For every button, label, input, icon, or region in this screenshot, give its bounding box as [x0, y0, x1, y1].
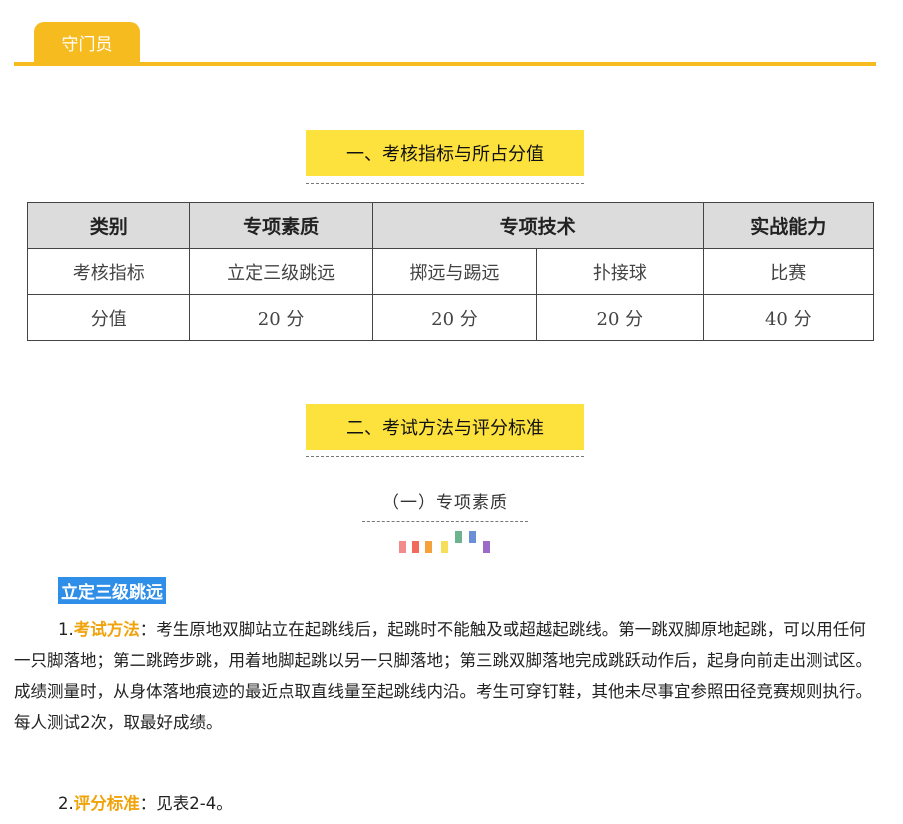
scoring-label: 评分标准: [73, 794, 140, 813]
category-tab[interactable]: 守门员: [34, 22, 140, 62]
subsection-heading: （一）专项素质: [382, 493, 508, 513]
table-cell: 考核指标: [26, 248, 191, 295]
table-row: 考核指标 立定三级跳远 掷远与踢远 扑接球 比赛: [26, 248, 875, 295]
table-cell: 分值: [26, 294, 191, 341]
scoring-paragraph: 2.评分标准：见表2-4。: [58, 790, 233, 818]
deco-bar: [483, 541, 490, 553]
table-cell: 立定三级跳远: [189, 248, 373, 295]
deco-bar: [399, 541, 406, 553]
table-header-cell: 实战能力: [702, 202, 875, 249]
table-cell: 扑接球: [536, 248, 704, 295]
deco-bar: [441, 541, 448, 553]
category-tab-label: 守门员: [61, 34, 113, 55]
deco-bar: [425, 541, 432, 553]
scoring-colon: ：: [139, 794, 157, 813]
table-cell: 比赛: [702, 248, 875, 295]
section-heading-2: 二、考试方法与评分标准: [306, 404, 584, 450]
section-heading-1-underline: [306, 183, 584, 184]
deco-bar: [455, 531, 462, 543]
table-row: 分值 20 分 20 分 20 分 40 分: [26, 294, 875, 341]
table-cell: 20 分: [536, 294, 704, 341]
table-cell: 20 分: [371, 294, 538, 341]
deco-bar: [412, 541, 419, 553]
method-paragraph: 1.考试方法：考生原地双脚站立在起跳线后，起跳时不能触及或超越起跳线。第一跳双脚…: [14, 614, 874, 738]
deco-bar: [469, 531, 476, 543]
topic-highlight: 立定三级跳远: [58, 577, 166, 604]
table-cell: 20 分: [189, 294, 373, 341]
scoring-number: 2.: [58, 794, 74, 813]
table-header-cell: 类别: [26, 202, 191, 249]
method-colon: ：: [139, 620, 157, 639]
assessment-table: 类别 专项素质 专项技术 实战能力 考核指标 立定三级跳远 掷远与踢远 扑接球 …: [26, 202, 875, 341]
section-heading-1: 一、考核指标与所占分值: [306, 130, 584, 176]
table-header-cell: 专项技术: [371, 202, 704, 249]
scoring-text: 见表2-4。: [156, 794, 233, 813]
subsection-underline: [362, 521, 528, 522]
table-header-row: 类别 专项素质 专项技术 实战能力: [26, 202, 875, 249]
table-header-cell: 专项素质: [189, 202, 373, 249]
table-cell: 掷远与踢远: [371, 248, 538, 295]
section-heading-2-underline: [306, 456, 584, 457]
table-cell: 40 分: [702, 294, 875, 341]
header-divider: [14, 62, 876, 66]
method-number: 1.: [58, 620, 74, 639]
section-heading-2-text: 二、考试方法与评分标准: [346, 418, 544, 439]
method-label: 考试方法: [73, 620, 140, 639]
section-heading-1-text: 一、考核指标与所占分值: [346, 144, 544, 165]
